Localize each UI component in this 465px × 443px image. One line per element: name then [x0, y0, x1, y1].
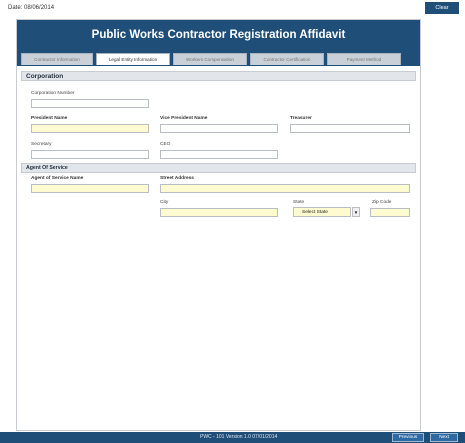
ceo-input[interactable]	[160, 150, 278, 159]
clear-button[interactable]: Clear	[425, 2, 459, 14]
zip-code-label: Zip Code	[372, 200, 392, 205]
corporation-number-input[interactable]	[31, 99, 149, 108]
tab-strip: Contractor Information Legal Entity Info…	[17, 50, 420, 66]
tab-workers-compensation[interactable]: Workers Compensation	[173, 53, 247, 65]
city-label: City	[160, 200, 169, 205]
top-bar: Date: 08/06/2014 Clear	[0, 0, 465, 18]
tab-contractor-information[interactable]: Contractor Information	[21, 53, 93, 65]
chevron-down-icon[interactable]: ▼	[352, 207, 360, 217]
treasurer-label: Treasurer	[290, 116, 312, 121]
previous-button[interactable]: Previous	[392, 433, 424, 442]
form-title: Public Works Contractor Registration Aff…	[91, 29, 346, 41]
vice-president-name-label: Vice President Name	[160, 116, 208, 121]
agent-name-label: Agent of Service Name	[31, 176, 84, 181]
corporation-number-label: Corporation Number	[31, 91, 75, 96]
form-frame: Public Works Contractor Registration Aff…	[16, 19, 421, 431]
street-address-input[interactable]	[160, 184, 410, 193]
version-text: PWC - 101 Version 1.0 07/01/2014	[200, 434, 278, 440]
state-label: State	[293, 200, 305, 205]
secretary-label: Secretary	[31, 142, 52, 147]
treasurer-input[interactable]	[290, 124, 410, 133]
corporation-section-title: Corporation	[26, 73, 64, 80]
agent-section-header: Agent Of Service	[21, 163, 416, 173]
ceo-label: CEO	[160, 142, 171, 147]
agent-name-input[interactable]	[31, 184, 149, 193]
tab-legal-entity-information[interactable]: Legal Entity Information	[96, 53, 170, 65]
street-address-label: Street Address	[160, 176, 194, 181]
corporation-section-header: Corporation	[21, 71, 416, 81]
zip-code-input[interactable]	[370, 208, 410, 217]
tab-payment-method[interactable]: Payment Method	[327, 53, 401, 65]
next-button[interactable]: Next	[430, 433, 458, 442]
city-input[interactable]	[160, 208, 278, 217]
state-select[interactable]: Select State	[293, 207, 351, 217]
tab-contractor-certification[interactable]: Contractor Certification	[250, 53, 324, 65]
date-text: Date: 08/06/2014	[8, 5, 55, 11]
agent-section-title: Agent Of Service	[26, 165, 68, 171]
vice-president-name-input[interactable]	[160, 124, 278, 133]
secretary-input[interactable]	[31, 150, 149, 159]
footer-bar: PWC - 101 Version 1.0 07/01/2014 Previou…	[0, 432, 465, 443]
president-name-label: President Name	[31, 116, 68, 121]
form-header: Public Works Contractor Registration Aff…	[17, 20, 420, 50]
president-name-input[interactable]	[31, 124, 149, 133]
